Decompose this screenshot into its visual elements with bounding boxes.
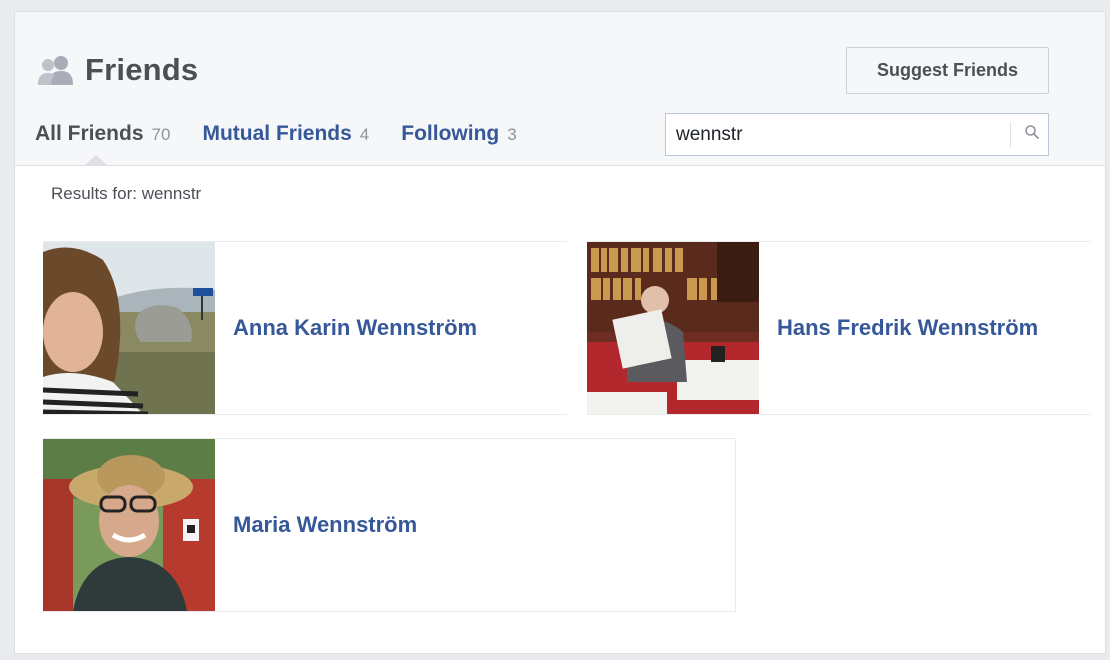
friend-item: Maria Wennström	[43, 438, 736, 612]
search-divider	[1010, 122, 1011, 148]
friend-name-link[interactable]: Hans Fredrik Wennström	[777, 242, 1038, 414]
tab-label: All Friends	[35, 122, 144, 145]
friend-avatar[interactable]	[587, 242, 759, 414]
tab-label: Mutual Friends	[202, 122, 352, 145]
friends-tabs: All Friends 70 Mutual Friends 4 Followin…	[35, 122, 549, 146]
friend-avatar[interactable]	[43, 439, 215, 611]
friend-name-link[interactable]: Maria Wennström	[233, 439, 417, 611]
page-title: Friends	[85, 52, 199, 87]
friends-header: Friends Suggest Friends All Friends 70 M…	[15, 12, 1105, 166]
tab-all-friends[interactable]: All Friends 70	[35, 122, 170, 146]
tab-label: Following	[401, 122, 500, 145]
tab-count: 3	[507, 125, 517, 144]
search-input[interactable]	[676, 123, 996, 146]
tab-count: 4	[359, 125, 370, 144]
friend-name-link[interactable]: Anna Karin Wennström	[233, 242, 477, 414]
friend-avatar[interactable]	[43, 242, 215, 414]
results-caption: Results for: wennstr	[51, 184, 202, 203]
friends-search	[665, 113, 1049, 156]
friends-icon	[37, 54, 75, 86]
active-tab-caret-border	[84, 155, 108, 166]
tab-following[interactable]: Following 3	[401, 122, 516, 146]
suggest-friends-button[interactable]: Suggest Friends	[846, 47, 1049, 94]
search-button[interactable]	[1016, 114, 1048, 155]
friends-card: Friends Suggest Friends All Friends 70 M…	[14, 11, 1106, 654]
active-tab-caret	[85, 166, 107, 177]
tab-mutual-friends[interactable]: Mutual Friends 4	[202, 122, 369, 146]
search-icon	[1024, 124, 1040, 145]
tab-count: 70	[151, 125, 171, 144]
title-group: Friends	[37, 52, 198, 88]
friend-item: Anna Karin Wennström	[43, 241, 567, 415]
friend-item: Hans Fredrik Wennström	[587, 241, 1091, 415]
